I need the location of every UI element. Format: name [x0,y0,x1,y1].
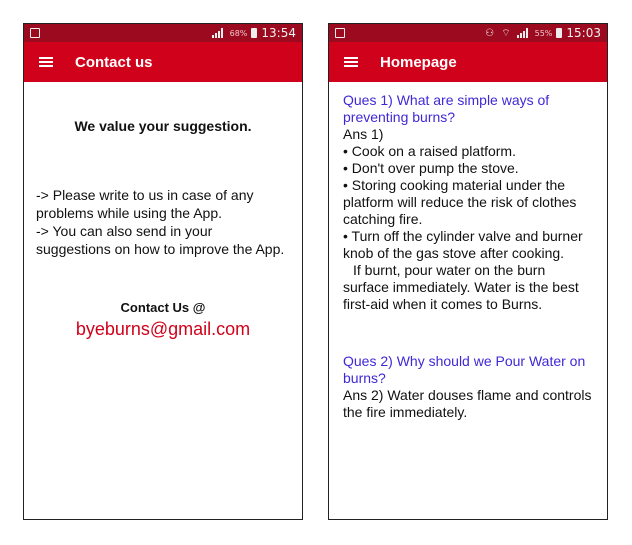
answer-title: Ans 1) [343,126,384,142]
answer-bullet: • Turn off the cylinder valve and burner… [343,228,583,261]
email-link[interactable]: byeburns@gmail.com [36,319,290,340]
answer-bullet: • Cook on a raised platform. [343,143,516,159]
faq-content: Ques 1) What are simple ways of preventi… [329,82,607,421]
instruction-line: -> Please write to us in case of any pro… [36,187,254,221]
battery-percent: 68% [229,28,248,38]
page-title: Contact us [75,53,153,71]
battery-percent: 55% [534,28,553,38]
app-bar: Contact us [24,42,302,82]
answer-bullet: • Don't over pump the stove. [343,160,519,176]
instruction-line: -> You can also send in your suggestions… [36,223,285,257]
answer-2: Ans 2) Water douses flame and controls t… [343,387,592,420]
answer-bullet: If burnt, pour water on the burn surface… [343,262,579,312]
clock: 15:03 [566,26,601,40]
app-bar: Homepage [329,42,607,82]
hamburger-menu-icon[interactable] [344,57,358,67]
status-bar: 68% 13:54 [24,24,302,42]
contact-label: Contact Us @ [120,300,206,315]
hamburger-menu-icon[interactable] [39,57,53,67]
home-screen: ⚇ ⌔ 55% 15:03 Homepage Ques 1) What are … [328,23,608,520]
status-bar: ⚇ ⌔ 55% 15:03 [329,24,607,42]
signal-icon [516,28,531,38]
page-title: Homepage [380,53,457,71]
clock: 13:54 [261,26,296,40]
gallery-notification-icon [30,28,40,38]
gallery-notification-icon [335,28,345,38]
battery-icon [251,28,258,38]
question-2: Ques 2) Why should we Pour Water on burn… [343,353,586,386]
answer-1: Ans 1) • Cook on a raised platform. • Do… [343,126,594,313]
contact-screen: 68% 13:54 Contact us We value your sugge… [23,23,303,520]
signal-icon [211,28,226,38]
mute-wifi-icons: ⚇ ⌔ [485,27,513,39]
answer-bullet: • Storing cooking material under the pla… [343,177,577,227]
contact-content: We value your suggestion. -> Please writ… [24,118,302,340]
headline: We value your suggestion. [74,118,252,134]
question-1: Ques 1) What are simple ways of preventi… [343,92,550,125]
battery-charging-icon [556,28,563,38]
contact-instructions: -> Please write to us in case of any pro… [36,186,290,258]
